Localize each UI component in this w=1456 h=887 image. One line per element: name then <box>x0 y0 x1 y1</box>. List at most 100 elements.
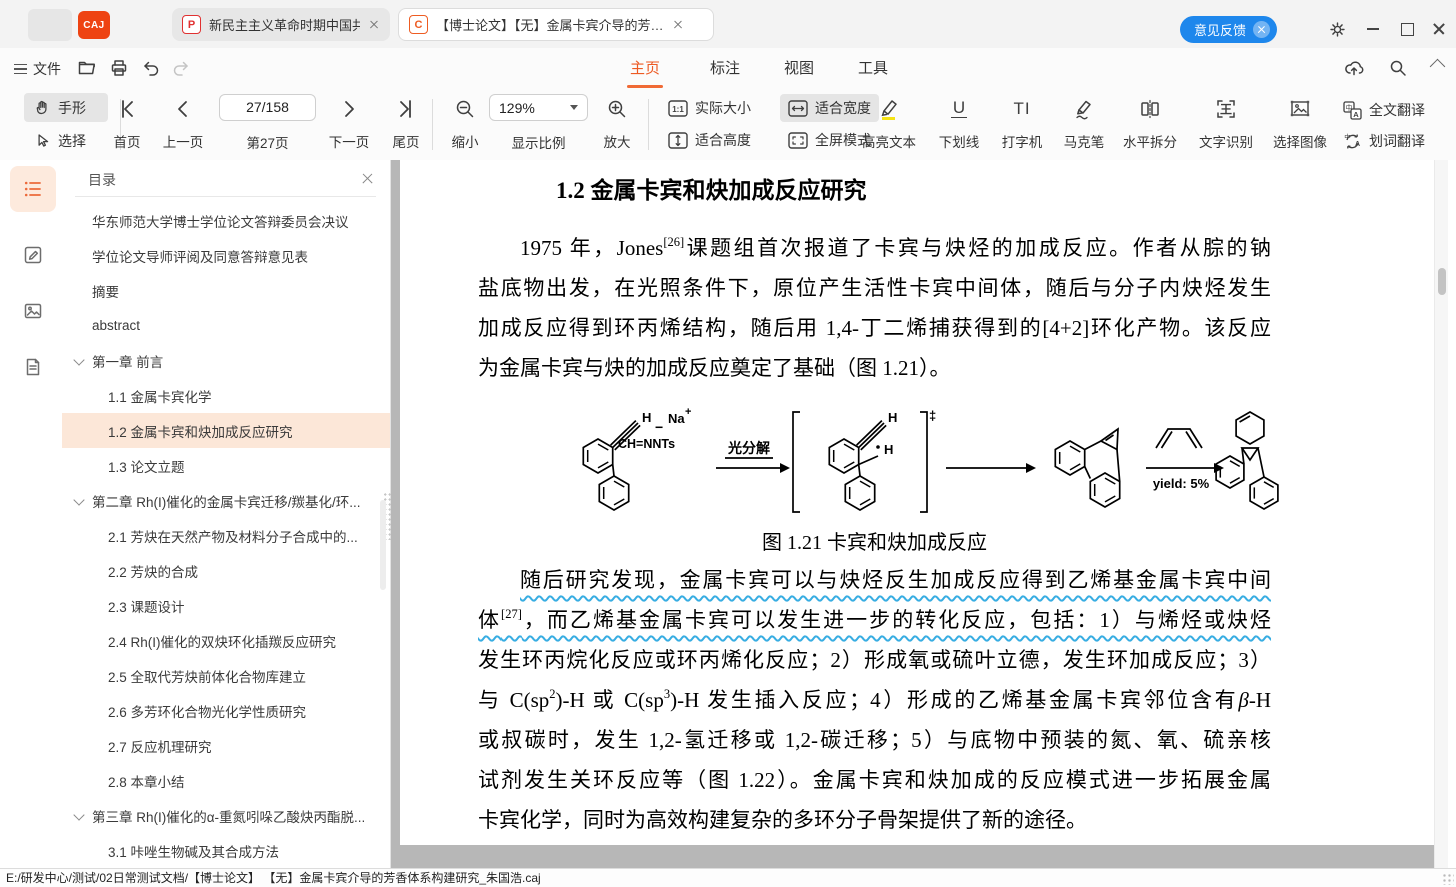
full-translate-button[interactable]: 中 A 全文翻译 <box>1342 98 1425 122</box>
scrollbar-thumb[interactable] <box>1438 268 1446 295</box>
underline-label: 下划线 <box>927 131 991 151</box>
toc-close-icon[interactable] <box>361 172 374 185</box>
document-tab-1[interactable]: P 新民主主义革命时期中国共产...理想信… <box>172 8 390 41</box>
underline-button[interactable]: U 下划线 <box>927 93 991 151</box>
next-page-label: 下一页 <box>317 131 381 151</box>
app-menu-button[interactable] <box>28 9 72 41</box>
chevron-down-icon[interactable] <box>73 809 84 820</box>
reaction-arrow-3: yield: 5% <box>1146 429 1224 491</box>
tab-annotate[interactable]: 标注 <box>710 57 740 83</box>
zoom-select[interactable]: 129% <box>489 94 588 121</box>
undo-button[interactable] <box>140 57 162 79</box>
toc-item[interactable]: 2.1 芳炔在天然产物及材料分子合成中的... <box>62 518 390 553</box>
cloud-sync-button[interactable] <box>1343 57 1365 79</box>
minimize-button[interactable] <box>1362 18 1384 40</box>
feedback-close-icon[interactable] <box>1253 21 1270 38</box>
toc-item[interactable]: 3.1 咔唑生物碱及其合成方法 <box>62 833 390 868</box>
toc-item[interactable]: 1.2 金属卡宾和炔加成反应研究 <box>62 413 390 448</box>
horizontal-split-button[interactable]: 水平拆分 <box>1114 93 1186 151</box>
toc-item[interactable]: 1.1 金属卡宾化学 <box>62 378 390 413</box>
rail-annotation-button[interactable] <box>10 232 56 278</box>
paragraph-1: 1975 年，Jones[26]课题组首次报道了卡宾与炔烃的加成反应。作者从腙的… <box>478 228 1271 388</box>
cursor-icon <box>34 132 51 149</box>
document-scrollbar[interactable] <box>1434 160 1448 868</box>
toc-item[interactable]: 2.4 Rh(I)催化的双炔环化插羰反应研究 <box>62 623 390 658</box>
resize-grip[interactable] <box>1442 873 1454 885</box>
chevron-down-icon[interactable] <box>73 354 84 365</box>
toc-item[interactable]: 2.7 反应机理研究 <box>62 728 390 763</box>
document-tab-2-active[interactable]: C 【博士论文】【无】金属卡宾介导的芳… <box>398 8 714 41</box>
full-translate-icon: 中 A <box>1342 100 1363 121</box>
document-page[interactable]: 1.2 金属卡宾和炔加成反应研究 1975 年，Jones[26]课题组首次报道… <box>400 160 1434 845</box>
toc-item[interactable]: 第三章 Rh(I)催化的α-重氮吲哚乙酸炔丙酯脱... <box>62 798 390 833</box>
zoom-out-button[interactable]: 缩小 <box>433 93 497 151</box>
rail-toc-button[interactable] <box>10 166 56 212</box>
tab-view[interactable]: 视图 <box>784 57 814 83</box>
typewriter-button[interactable]: TI 打字机 <box>990 93 1054 151</box>
typewriter-label: 打字机 <box>990 131 1054 151</box>
highlight-label: 高亮文本 <box>856 131 922 151</box>
toc-item[interactable]: 第二章 Rh(I)催化的金属卡宾迁移/羰基化/环... <box>62 483 390 518</box>
toc-item[interactable]: 1.3 论文立题 <box>62 448 390 483</box>
maximize-button[interactable] <box>1396 18 1418 40</box>
page-number-input[interactable]: 27/158 <box>219 94 316 121</box>
feedback-label: 意见反馈 <box>1194 20 1246 39</box>
folder-icon <box>76 57 98 79</box>
file-menu-button[interactable]: 文件 <box>14 56 61 82</box>
toc-item-label: 1.1 金属卡宾化学 <box>108 386 212 406</box>
settings-button[interactable] <box>1326 18 1348 40</box>
tab-tools[interactable]: 工具 <box>858 57 888 83</box>
citation-26: [26] <box>663 235 684 249</box>
open-file-button[interactable] <box>76 57 98 79</box>
prev-page-label: 上一页 <box>151 131 215 151</box>
toc-item[interactable]: 第一章 前言 <box>62 343 390 378</box>
svg-text:H: H <box>888 410 897 425</box>
fit-height-button[interactable]: 适合高度 <box>660 126 759 154</box>
first-page-button[interactable]: 首页 <box>95 93 159 151</box>
divider <box>648 99 649 150</box>
zoom-ratio-label: 显示比例 <box>489 132 588 152</box>
full-translate-label: 全文翻译 <box>1369 100 1425 120</box>
toc-item[interactable]: 2.8 本章小结 <box>62 763 390 798</box>
ocr-button[interactable]: 王 文字识别 <box>1190 93 1262 151</box>
search-button[interactable] <box>1387 57 1409 79</box>
print-button[interactable] <box>108 57 130 79</box>
reaction-scheme-figure: H CH=NNTs − Na + 光分解 <box>528 396 1288 524</box>
toc-item[interactable]: 学位论文导师评阅及同意答辩意见表 <box>62 238 390 273</box>
toc-item[interactable]: 摘要 <box>62 273 390 308</box>
toc-item[interactable]: 2.6 多芳环化合物光化学性质研究 <box>62 693 390 728</box>
last-page-icon <box>394 97 418 121</box>
toc-item[interactable]: 2.3 课题设计 <box>62 588 390 623</box>
redo-icon <box>170 57 192 79</box>
maximize-icon <box>1401 23 1414 36</box>
word-translate-button[interactable]: A 中 划词翻译 <box>1342 129 1425 153</box>
marker-pen-button[interactable]: 马克笔 <box>1052 93 1116 151</box>
select-image-button[interactable]: 选择图像 <box>1264 93 1336 151</box>
toc-item[interactable]: 华东师范大学博士学位论文答辩委员会决议 <box>62 203 390 238</box>
reaction-arrow-2 <box>946 463 1036 473</box>
chevron-down-icon[interactable] <box>73 494 84 505</box>
zoom-in-button[interactable]: 放大 <box>585 93 649 151</box>
tab-home[interactable]: 主页 <box>630 57 660 83</box>
close-window-button[interactable] <box>1428 18 1450 40</box>
svg-text:CH=NNTs: CH=NNTs <box>618 437 675 451</box>
prev-page-button[interactable]: 上一页 <box>151 93 215 151</box>
svg-text:H: H <box>884 442 893 457</box>
toc-item[interactable]: abstract <box>62 308 390 343</box>
close-tab-icon[interactable] <box>368 19 380 31</box>
next-page-button[interactable]: 下一页 <box>317 93 381 151</box>
rail-pages-button[interactable] <box>10 344 56 390</box>
rail-images-button[interactable] <box>10 288 56 334</box>
highlight-text-button[interactable]: 高亮文本 <box>856 93 922 151</box>
toc-item[interactable]: 2.2 芳炔的合成 <box>62 553 390 588</box>
collapse-ribbon-button[interactable] <box>1432 57 1446 79</box>
actual-size-button[interactable]: 1:1 实际大小 <box>660 94 759 122</box>
last-page-button[interactable]: 尾页 <box>374 93 438 151</box>
close-tab-icon[interactable] <box>672 19 684 31</box>
toc-scrollbar[interactable] <box>380 500 386 590</box>
svg-text:中: 中 <box>1344 132 1351 141</box>
toc-item[interactable]: 2.5 全取代芳炔前体化合物库建立 <box>62 658 390 693</box>
select-image-label: 选择图像 <box>1264 131 1336 151</box>
redo-button[interactable] <box>170 57 192 79</box>
feedback-button[interactable]: 意见反馈 <box>1180 16 1277 43</box>
